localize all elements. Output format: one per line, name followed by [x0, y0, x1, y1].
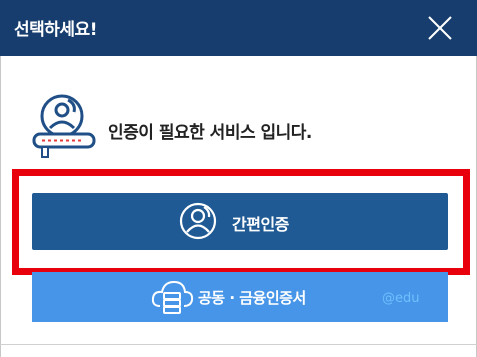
simple-auth-button[interactable]: 간편인증 — [32, 193, 448, 250]
info-message: 인증이 필요한 서비스 입니다. — [108, 123, 312, 143]
certificate-label: 공동 · 금융인증서 — [198, 289, 306, 307]
dialog-border-left — [0, 56, 1, 357]
close-icon — [428, 16, 452, 40]
cloud-server-icon — [151, 280, 194, 314]
dialog-bottom-divider — [0, 344, 477, 345]
dialog-titlebar: 선택하세요! — [0, 0, 477, 56]
user-circle-icon — [179, 202, 217, 240]
dialog-title: 선택하세요! — [14, 20, 97, 40]
certificate-button[interactable]: 공동 · 금융인증서 @edu — [32, 272, 448, 322]
simple-auth-label: 간편인증 — [232, 215, 289, 234]
close-button[interactable] — [425, 13, 455, 43]
watermark-text: @edu — [382, 291, 420, 306]
user-id-card-icon — [32, 94, 96, 158]
